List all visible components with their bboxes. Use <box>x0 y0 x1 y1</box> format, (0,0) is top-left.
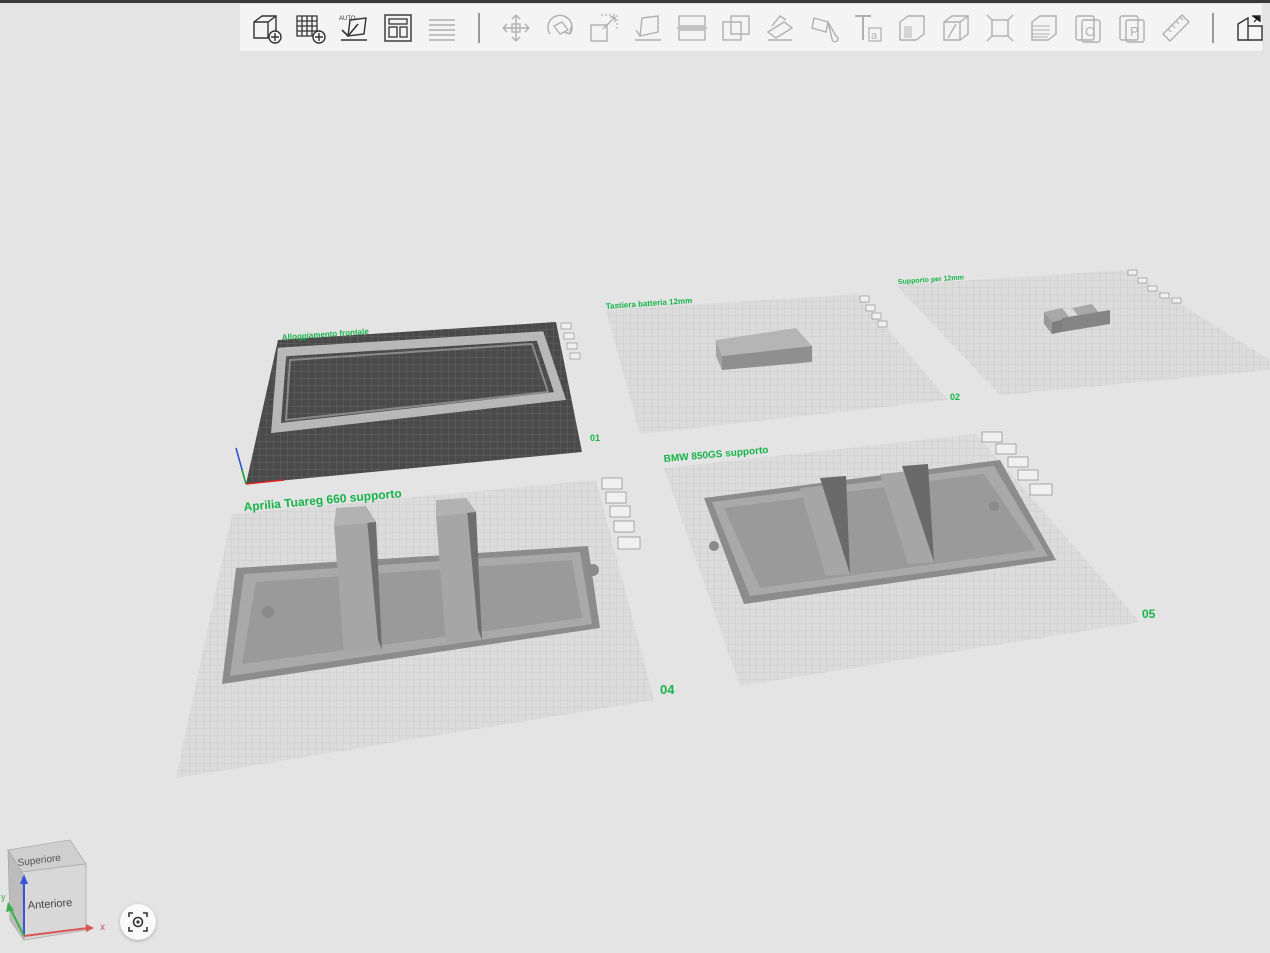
3d-viewport[interactable]: Tastiera batteria 12mm 02 Supporto per 1… <box>0 0 1270 953</box>
plate-02[interactable]: Tastiera batteria 12mm 02 <box>606 294 961 434</box>
x-axis-label: x <box>100 922 105 933</box>
arrange-icon[interactable] <box>1147 285 1158 292</box>
plate-number: 05 <box>1142 607 1156 621</box>
arrange-icon[interactable] <box>566 342 578 350</box>
arrange-icon[interactable] <box>609 505 631 518</box>
plate-01[interactable]: Alloggiamento frontale 01 <box>235 322 600 485</box>
settings-icon[interactable] <box>1171 297 1182 304</box>
close-icon[interactable] <box>1127 269 1138 276</box>
lock-icon[interactable] <box>1159 292 1170 299</box>
arrange-icon[interactable] <box>871 312 882 320</box>
plate-04[interactable]: Aprilia Tuareg 660 supporto 04 <box>176 477 675 778</box>
lock-icon[interactable] <box>613 520 635 533</box>
auto-orient-icon[interactable] <box>605 491 627 504</box>
plate-side-buttons <box>560 322 581 360</box>
close-icon[interactable] <box>981 431 1003 443</box>
view-cube[interactable]: Superiore Anteriore x y <box>0 836 110 946</box>
auto-orient-icon[interactable] <box>995 443 1017 455</box>
settings-icon[interactable] <box>1029 483 1053 496</box>
auto-orient-icon[interactable] <box>865 304 876 312</box>
plate-number: 01 <box>590 433 600 443</box>
settings-icon[interactable] <box>617 536 641 550</box>
lock-icon[interactable] <box>569 352 581 360</box>
lock-icon[interactable] <box>877 320 888 328</box>
x-axis-arrow <box>86 924 94 932</box>
plate-grid <box>896 270 1270 395</box>
close-icon[interactable] <box>859 295 870 303</box>
y-axis-label: y <box>1 892 6 902</box>
plate-number: 04 <box>660 682 675 697</box>
auto-orient-icon[interactable] <box>1137 277 1148 284</box>
plate-05[interactable]: BMW 850GS supporto 05 <box>663 431 1156 686</box>
auto-orient-icon[interactable] <box>563 332 575 340</box>
plate-number: 02 <box>950 392 960 402</box>
close-icon[interactable] <box>601 477 623 490</box>
arrange-icon[interactable] <box>1007 456 1029 468</box>
lock-icon[interactable] <box>1017 469 1039 481</box>
reset-camera-button[interactable] <box>120 904 156 940</box>
plate-03[interactable]: Supporto per 12mm <box>896 269 1270 395</box>
close-icon[interactable] <box>560 322 572 330</box>
camera-focus-icon <box>128 912 148 932</box>
